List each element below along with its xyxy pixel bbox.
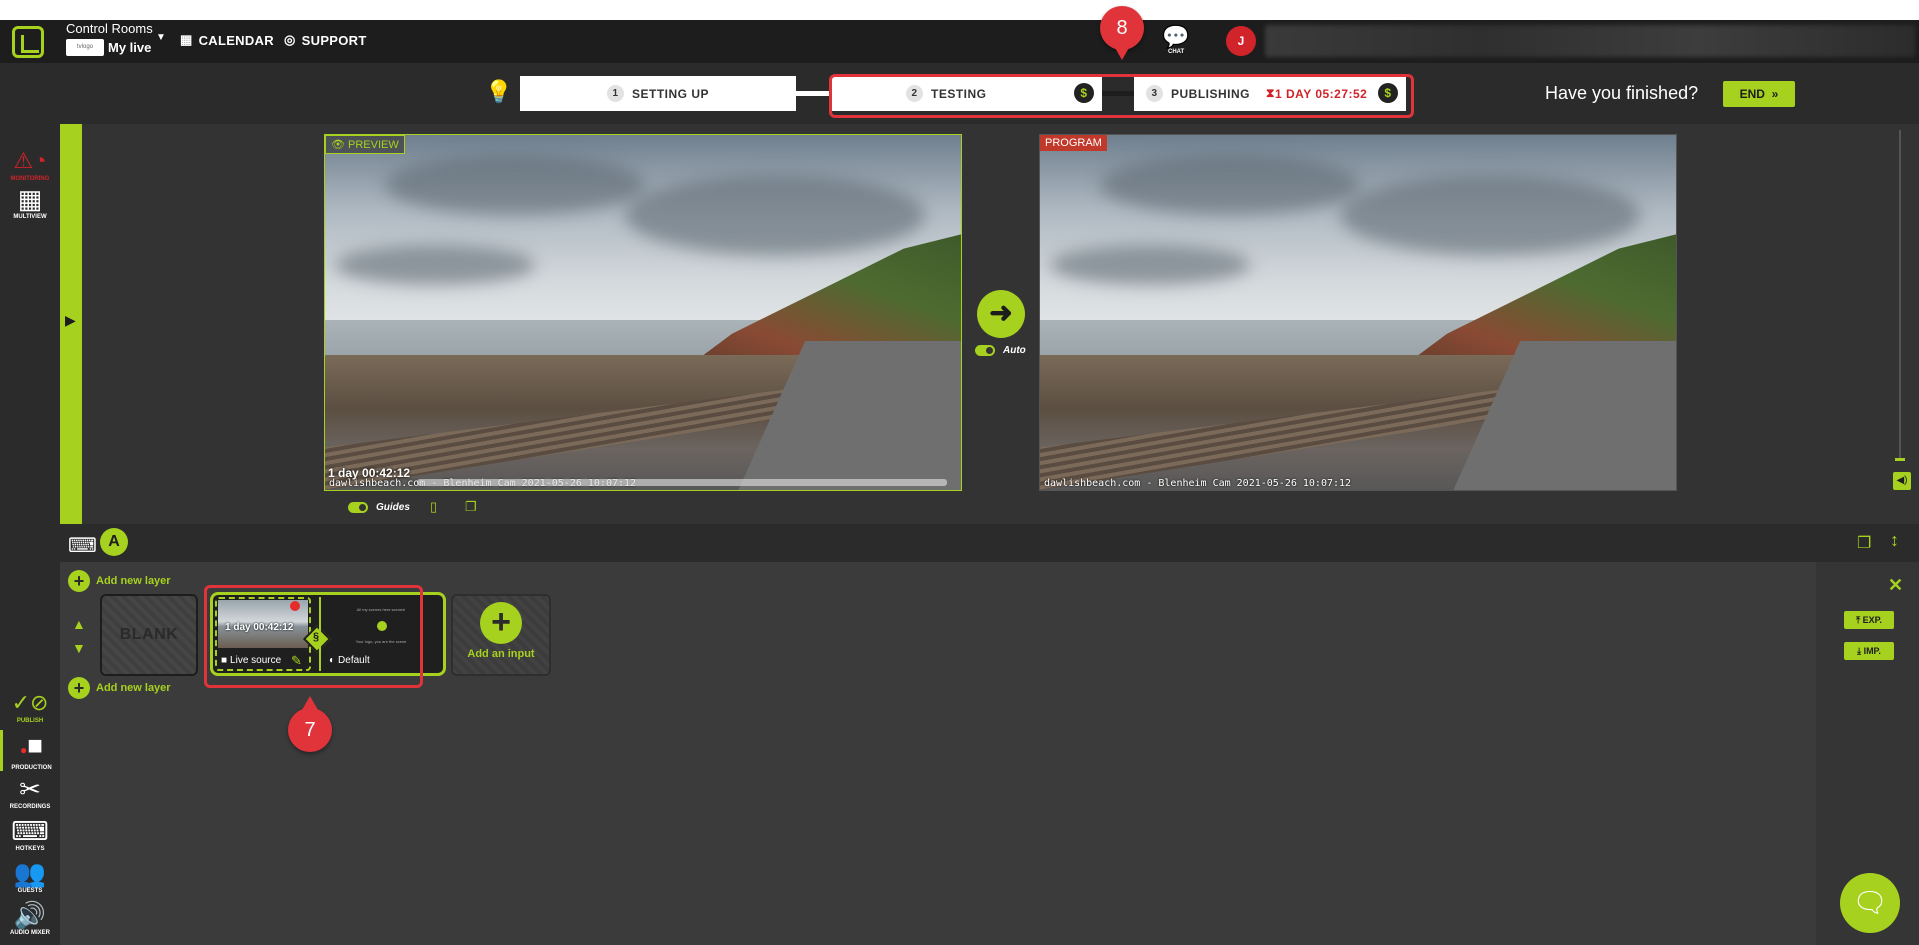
step-setting-up[interactable]: 1 SETTING UP [520, 76, 796, 111]
satellite-icon: ✓⊘ [11, 690, 49, 715]
rail-label: MULTIVIEW [13, 214, 47, 220]
chat-icon[interactable]: 💬 [1162, 24, 1189, 50]
volume-slider-handle[interactable] [1895, 458, 1905, 461]
calendar-link[interactable]: ▦ CALENDAR [180, 32, 274, 48]
rail-label: RECORDINGS [9, 804, 51, 810]
copy-icon[interactable]: ❐ [465, 499, 477, 515]
volume-icon[interactable]: ◀) [1893, 472, 1911, 490]
step-connector [796, 91, 832, 96]
support-label: SUPPORT [301, 32, 367, 48]
rail-item-recordings[interactable]: ✂ RECORDINGS [0, 774, 60, 810]
add-input-tile[interactable]: + Add an input [451, 594, 551, 676]
rail-label: MONITORING [10, 176, 50, 182]
export-label: EXP. [1862, 615, 1882, 625]
room-name[interactable]: My live [108, 40, 151, 55]
annotation-pin-8: 8 [1100, 6, 1144, 60]
rail-item-production[interactable]: ●■ PRODUCTION [0, 730, 60, 771]
annotation-highlight-live-tile [204, 585, 423, 688]
rail-label: AUDIO MIXER [9, 930, 50, 936]
add-layer-label: Add new layer [96, 682, 171, 694]
add-layer-label: Add new layer [96, 575, 171, 587]
blank-source-tile[interactable]: BLANK [100, 594, 198, 676]
program-screen: dawlishbeach.com - Blenheim Cam 2021-05-… [1039, 134, 1677, 491]
add-layer-top-button[interactable]: + Add new layer [68, 570, 171, 592]
end-label: END [1739, 87, 1765, 101]
rail-label: HOTKEYS [15, 846, 45, 852]
arrow-right-icon: ➜ [989, 297, 1013, 328]
add-layer-bottom-button[interactable]: + Add new layer [68, 677, 171, 699]
keyboard-icon: ⌨ [11, 816, 49, 846]
rail-item-guests[interactable]: 👥 GUESTS [0, 858, 60, 894]
camera-caption: dawlishbeach.com - Blenheim Cam 2021-05-… [1044, 478, 1352, 489]
plus-icon: + [480, 602, 522, 644]
rail-label: PRODUCTION [11, 765, 52, 771]
plus-icon: + [68, 570, 90, 592]
preview-tag: 👁 PREVIEW [325, 135, 405, 154]
rail-item-audio-mixer[interactable]: 🔊 AUDIO MIXER [0, 900, 60, 936]
mobile-icon[interactable]: ▯ [430, 499, 437, 515]
import-button[interactable]: ⤓ IMP. [1844, 642, 1894, 660]
move-layer-up-icon[interactable]: ▲ [72, 616, 86, 632]
rail-label: GUESTS [17, 888, 43, 894]
caret-down-icon[interactable]: ▼ [156, 32, 166, 43]
eye-icon: 👁 [331, 139, 349, 151]
scissors-icon: ✂ [19, 774, 41, 804]
volume-slider[interactable] [1899, 130, 1901, 460]
finished-question: Have you finished? [1545, 83, 1699, 103]
take-to-program-button[interactable]: ➜ [977, 290, 1025, 338]
guides-label: Guides [376, 502, 410, 513]
import-label: IMP. [1863, 646, 1881, 656]
layer-toolbar [60, 524, 1919, 562]
program-tag: PROGRAM [1040, 135, 1107, 151]
support-chat-bubble[interactable]: 🗨 [1840, 873, 1900, 933]
double-chevron-right-icon: » [1768, 87, 1779, 101]
top-header: Control Rooms tvlogo My live ▼ ▦ CALENDA… [0, 20, 1919, 63]
video-camera-icon: ●■ [20, 730, 43, 760]
user-avatar[interactable]: J [1226, 26, 1256, 56]
preview-progress-bar[interactable] [417, 479, 947, 486]
speaker-icon: 🔊 [13, 900, 47, 930]
export-button[interactable]: ⤒ EXP. [1844, 611, 1894, 629]
step-label: SETTING UP [631, 86, 709, 101]
step-number: 1 [606, 85, 624, 102]
guests-icon: 👥 [13, 858, 47, 888]
preview-screen[interactable]: dawlishbeach.com - Blenheim Cam 2021-05-… [324, 134, 962, 491]
blurred-region [1265, 25, 1915, 57]
preview-timer: 1 day 00:42:12 [328, 466, 411, 480]
left-rail: ⚠◔ MONITORING ▦ MULTIVIEW ✓⊘ PUBLISH ●■ … [0, 124, 60, 945]
rail-item-monitoring[interactable]: ⚠◔ MONITORING [0, 146, 60, 182]
move-layer-down-icon[interactable]: ▼ [72, 640, 86, 656]
layer-a-button[interactable]: A [100, 528, 128, 556]
gauge-warning-icon: ⚠◔ [13, 148, 47, 173]
chat-label: CHAT [1168, 49, 1185, 55]
resize-vertical-icon[interactable]: ↕ [1890, 530, 1899, 551]
calendar-icon: ▦ [180, 32, 193, 47]
annotation-highlight-steps [829, 74, 1414, 118]
grid-icon: ▦ [17, 184, 43, 214]
close-icon[interactable]: ✕ [1888, 575, 1903, 596]
keyboard-icon[interactable]: ⌨ [68, 533, 97, 558]
app-logo[interactable] [12, 26, 44, 58]
caret-right-icon[interactable]: ▶ [65, 312, 76, 329]
calendar-label: CALENDAR [198, 32, 274, 48]
auto-label: Auto [1003, 345, 1026, 356]
plus-icon: + [68, 677, 90, 699]
auto-toggle[interactable] [975, 345, 995, 356]
guides-toggle[interactable] [348, 502, 368, 513]
annotation-pin-7: 7 [288, 696, 332, 752]
rail-item-hotkeys[interactable]: ⌨ HOTKEYS [0, 816, 60, 852]
chat-bubble-icon: 🗨 [1852, 887, 1888, 918]
rail-item-publish[interactable]: ✓⊘ PUBLISH [0, 688, 60, 724]
end-button[interactable]: END » [1723, 81, 1795, 107]
duplicate-icon[interactable]: ❐ [1857, 533, 1871, 553]
lightbulb-icon[interactable]: 💡 [485, 79, 512, 105]
room-title: Control Rooms [66, 21, 153, 36]
preview-tag-label: PREVIEW [348, 139, 399, 151]
rail-item-multiview[interactable]: ▦ MULTIVIEW [0, 184, 60, 220]
room-logo: tvlogo [66, 39, 104, 56]
lifebuoy-icon: ◎ [284, 32, 296, 47]
add-input-label: Add an input [467, 648, 535, 660]
rail-label: PUBLISH [16, 718, 44, 724]
support-link[interactable]: ◎ SUPPORT [284, 32, 367, 48]
